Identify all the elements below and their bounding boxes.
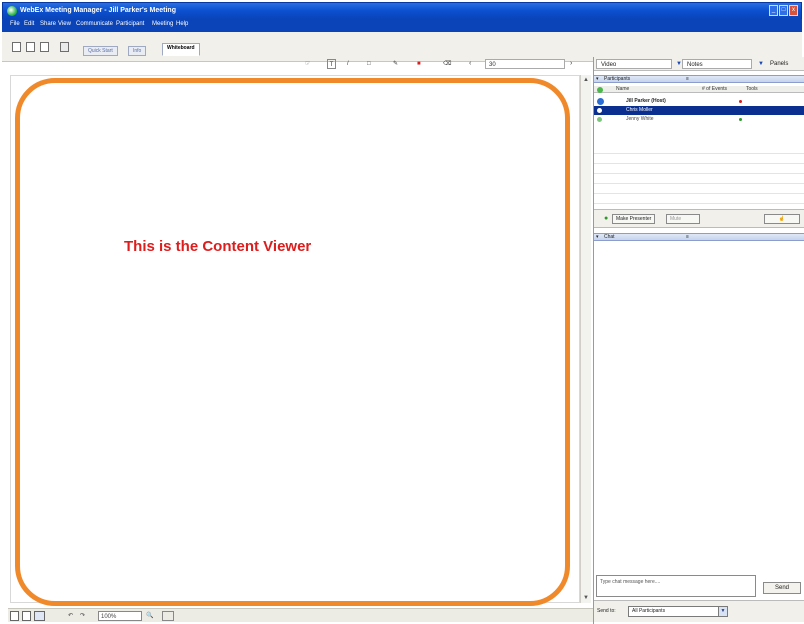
participants-column-header: Name # of Events Tools xyxy=(594,86,804,93)
participant-name: Jill Parker (Host) xyxy=(626,98,666,104)
participant-row[interactable]: Jenny White xyxy=(594,115,804,124)
status-indicator-icon xyxy=(739,100,742,103)
participants-title: Participants xyxy=(604,76,631,82)
scroll-down-icon[interactable]: ▼ xyxy=(582,594,590,602)
right-panel: Video ▼ Notes ▼ Panels ▾ Participants ≡ … xyxy=(593,57,804,624)
chevron-down-icon[interactable]: ▼ xyxy=(718,607,727,616)
minimize-button[interactable]: _ xyxy=(769,5,778,16)
title-bar: WebEx Meeting Manager - Jill Parker's Me… xyxy=(2,2,802,19)
column-name[interactable]: Name xyxy=(616,86,629,93)
participant-actions: ● Make Presenter Mute ☝ xyxy=(594,209,804,228)
menu-share[interactable]: Share xyxy=(40,21,56,27)
menu-file[interactable]: File xyxy=(10,21,20,27)
participants-options-icon[interactable]: ≡ xyxy=(686,76,689,82)
participant-row[interactable]: Jill Parker (Host) xyxy=(594,97,804,106)
content-viewer-label: This is the Content Viewer xyxy=(124,238,312,255)
video-panel-button[interactable]: Video xyxy=(596,59,672,69)
host-globe-icon xyxy=(597,98,604,105)
participant-name: Jenny White xyxy=(626,116,654,122)
panels-menu-button[interactable]: Panels xyxy=(766,59,792,69)
webex-logo-icon xyxy=(7,6,17,16)
menu-participant[interactable]: Participant xyxy=(116,21,144,27)
layout-icon[interactable] xyxy=(12,42,21,52)
notes-panel-button[interactable]: Notes xyxy=(682,59,752,69)
fit-page-icon[interactable] xyxy=(162,611,174,621)
mute-button[interactable]: Mute xyxy=(666,214,700,224)
color-picker-icon[interactable]: ■ xyxy=(417,59,421,69)
line-tool-icon[interactable]: / xyxy=(347,59,349,69)
highlighter-tool-icon[interactable]: ✎ xyxy=(393,59,398,69)
participant-name: Chris Moller xyxy=(626,107,653,113)
chat-title: Chat xyxy=(604,234,615,240)
tab-quick-start[interactable]: Quick Start xyxy=(83,46,118,56)
full-screen-icon[interactable] xyxy=(34,611,45,621)
window-title: WebEx Meeting Manager - Jill Parker's Me… xyxy=(20,7,176,14)
column-events[interactable]: # of Events xyxy=(702,86,727,93)
thumbnail-view-icon[interactable] xyxy=(10,611,19,621)
chat-options-icon[interactable]: ≡ xyxy=(686,234,689,240)
rectangle-tool-icon[interactable]: □ xyxy=(367,59,371,69)
attendee-icon xyxy=(597,117,602,122)
content-viewer-callout xyxy=(15,78,570,606)
raise-hand-button[interactable]: ☝ xyxy=(764,214,800,224)
tab-whiteboard[interactable]: Whiteboard xyxy=(162,43,200,56)
send-to-bar: Send to: All Participants ▼ xyxy=(594,600,804,622)
send-to-value: All Participants xyxy=(632,608,666,614)
viewer-scrollbar[interactable]: ▲ ▼ xyxy=(580,75,591,603)
pointer-tool-icon[interactable]: ☞ xyxy=(305,59,310,69)
window-controls: _ □ x xyxy=(769,5,798,16)
layout-full-icon[interactable] xyxy=(40,42,49,52)
zoom-tool-icon[interactable]: 🔍 xyxy=(146,611,153,621)
attendee-icon xyxy=(597,108,602,113)
collapse-icon[interactable]: ▾ xyxy=(596,234,599,240)
collapse-icon[interactable]: ▾ xyxy=(596,76,599,82)
redo-icon[interactable]: ↷ xyxy=(80,611,85,621)
maximize-button[interactable]: □ xyxy=(779,5,788,16)
participants-empty-grid xyxy=(594,144,804,209)
menu-edit[interactable]: Edit xyxy=(24,21,34,27)
menu-meeting[interactable]: Meeting xyxy=(152,21,173,27)
chevron-right-icon[interactable]: › xyxy=(570,59,572,69)
viewer-bottom-bar: ↶ ↷ 100% 🔍 xyxy=(8,608,594,622)
layout-split-icon[interactable] xyxy=(26,42,35,52)
menu-view[interactable]: View xyxy=(58,21,71,27)
zoom-select[interactable]: 100% xyxy=(98,611,142,621)
make-presenter-button[interactable]: Make Presenter xyxy=(612,214,656,224)
new-document-icon[interactable] xyxy=(60,42,69,52)
menu-bar: File Edit Share View Communicate Partici… xyxy=(2,19,802,32)
presenter-ball-icon: ● xyxy=(604,215,609,222)
page-field[interactable]: 30 xyxy=(485,59,565,69)
send-to-label: Send to: xyxy=(597,608,616,614)
scroll-up-icon[interactable]: ▲ xyxy=(582,76,590,84)
close-button[interactable]: x xyxy=(789,5,798,16)
send-button[interactable]: Send xyxy=(763,582,801,594)
send-to-select[interactable]: All Participants ▼ xyxy=(628,606,728,617)
menu-communicate[interactable]: Communicate xyxy=(76,21,113,27)
column-tools[interactable]: Tools xyxy=(746,86,758,93)
menu-help[interactable]: Help xyxy=(176,21,188,27)
participant-row[interactable]: Chris Moller xyxy=(594,106,804,115)
text-tool-icon[interactable]: T xyxy=(327,59,336,69)
single-page-icon[interactable] xyxy=(22,611,31,621)
panel-tabs: Video ▼ Notes ▼ Panels xyxy=(594,57,804,71)
status-indicator-icon xyxy=(739,118,742,121)
presenter-status-icon xyxy=(597,87,603,93)
undo-icon[interactable]: ↶ xyxy=(68,611,73,621)
chat-header[interactable]: ▾ Chat ≡ xyxy=(594,233,804,241)
eraser-tool-icon[interactable]: ⌫ xyxy=(443,59,451,69)
chevron-left-icon[interactable]: ‹ xyxy=(469,59,471,69)
chat-message-input[interactable]: Type chat message here.... xyxy=(596,575,756,597)
whiteboard-toolbar: ☞ T / □ ✎ ■ ⌫ ‹ 30 › xyxy=(305,59,585,70)
participants-header[interactable]: ▾ Participants ≡ xyxy=(594,75,804,83)
tab-info[interactable]: Info xyxy=(128,46,147,56)
